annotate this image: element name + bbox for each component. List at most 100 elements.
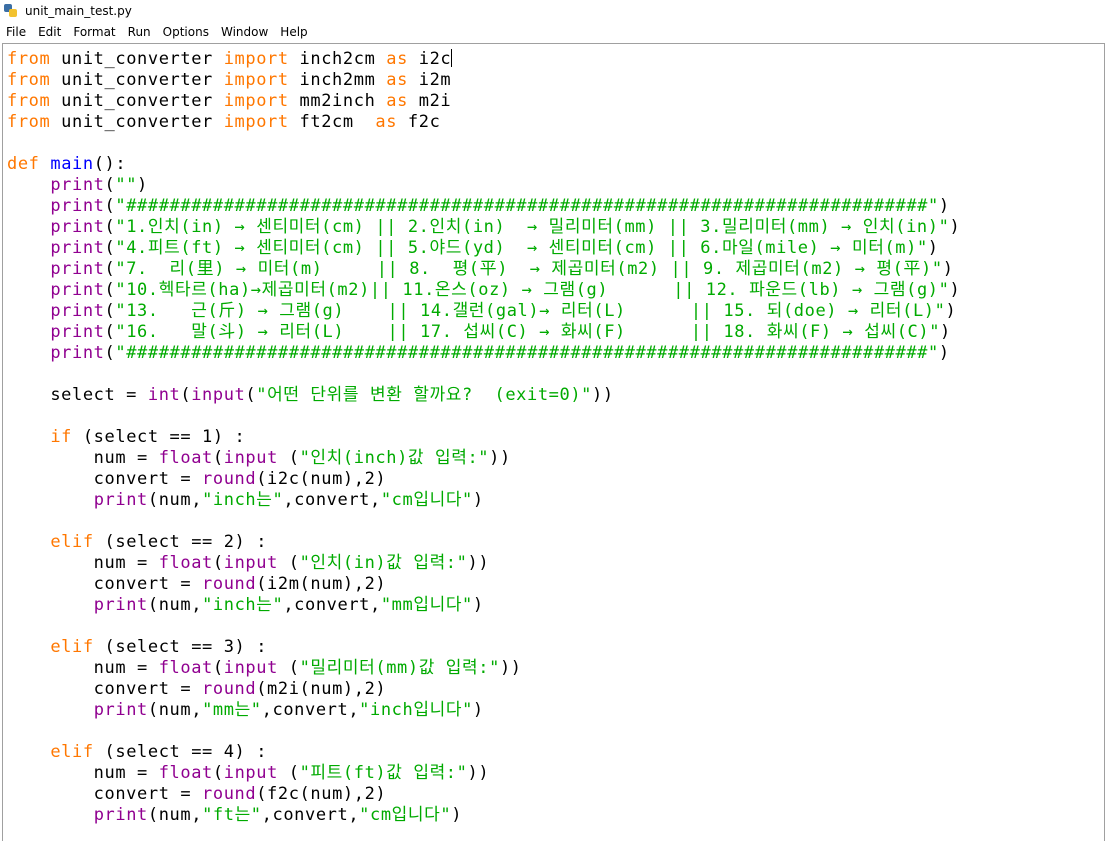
code-line[interactable]: print(num,"inch는",convert,"cm입니다") [7,490,960,511]
code-token: ft2cm [288,112,376,132]
code-token: m2i [407,91,452,111]
code-line[interactable] [7,133,960,154]
builtin-token: print [50,196,105,216]
code-line[interactable]: elif (select == 4) : [7,742,960,763]
keyword-token: import [223,112,289,132]
builtin-token: input [191,385,246,405]
code-token: select = [7,385,148,405]
builtin-token: print [50,217,105,237]
code-token: ( [104,322,116,342]
code-line[interactable]: print("4.피트(ft) → 센티미터(cm) || 5.야드(yd) →… [7,238,960,259]
code-line[interactable]: print("#################################… [7,343,960,364]
code-token: mm2inch [288,91,387,111]
code-line[interactable]: num = float(input ("밀리미터(mm)값 입력:")) [7,658,960,679]
code-line[interactable]: from unit_converter import ft2cm as f2c [7,112,960,133]
code-line[interactable]: convert = round(m2i(num),2) [7,679,960,700]
code-token: ) [949,280,961,300]
code-token: f2c [397,112,441,132]
code-token: (num, [147,490,203,510]
string-token: "cm입니다" [359,805,452,825]
code-line[interactable]: elif (select == 3) : [7,637,960,658]
code-line[interactable] [7,511,960,532]
code-line[interactable]: print("") [7,175,960,196]
menu-file[interactable]: File [0,25,32,39]
builtin-token: print [93,700,148,720]
code-line[interactable]: from unit_converter import mm2inch as m2… [7,91,960,112]
keyword-token: elif [50,742,94,762]
code-line[interactable]: select = int(input("어떤 단위를 변환 할까요? (exit… [7,385,960,406]
code-token: ) [942,259,954,279]
code-token: num = [7,763,159,783]
code-line[interactable]: print("7. 리(里) → 미터(m) || 8. 평(平) → 제곱미터… [7,259,960,280]
builtin-token: input [223,553,278,573]
code-line[interactable] [7,616,960,637]
code-line[interactable]: print("16. 말(斗) → 리터(L) || 17. 섭씨(C) → 화… [7,322,960,343]
builtin-token: print [50,343,105,363]
code-line[interactable] [7,364,960,385]
menu-edit[interactable]: Edit [32,25,67,39]
code-token: (f2c(num),2) [256,784,387,804]
code-line[interactable] [7,406,960,427]
menu-format[interactable]: Format [67,25,121,39]
code-line[interactable]: num = float(input ("인치(in)값 입력:")) [7,553,960,574]
code-line[interactable]: from unit_converter import inch2cm as i2… [7,49,960,70]
keyword-token: if [50,427,73,447]
menu-window[interactable]: Window [215,25,274,39]
code-line[interactable]: print(num,"inch는",convert,"mm입니다") [7,595,960,616]
code-line[interactable]: print("#################################… [7,196,960,217]
code-token: ( [277,763,300,783]
code-line[interactable]: print("10.헥타르(ha)→제곱미터(m2)|| 11.온스(oz) →… [7,280,960,301]
code-token: (num, [147,805,203,825]
code-line[interactable]: print("13. 근(斤) → 그램(g) || 14.갤런(gal)→ 리… [7,301,960,322]
menu-options[interactable]: Options [157,25,215,39]
code-token: )) [489,448,511,468]
code-token: ( [212,553,224,573]
code-line[interactable] [7,721,960,742]
string-token: "#######################################… [115,196,939,216]
window-title: unit_main_test.py [25,4,132,18]
code-token: ( [104,343,116,363]
code-token: ( [104,196,116,216]
keyword-token: import [223,70,289,90]
code-token: ) [927,238,939,258]
code-token: (num, [147,700,203,720]
code-token: (num, [147,595,203,615]
string-token: "#######################################… [115,343,939,363]
code-line[interactable]: num = float(input ("피트(ft)값 입력:")) [7,763,960,784]
code-line[interactable]: num = float(input ("인치(inch)값 입력:")) [7,448,960,469]
string-token: "인치(in)값 입력:" [299,553,468,573]
code-editor[interactable]: from unit_converter import inch2cm as i2… [2,43,1105,841]
code-line[interactable]: convert = round(i2c(num),2) [7,469,960,490]
code-line[interactable]: elif (select == 2) : [7,532,960,553]
builtin-token: round [202,679,257,699]
code-line[interactable]: print(num,"mm는",convert,"inch입니다") [7,700,960,721]
code-token: ( [180,385,192,405]
builtin-token: float [158,658,213,678]
code-token: ( [212,763,224,783]
code-token: inch2mm [288,70,387,90]
code-text[interactable]: from unit_converter import inch2cm as i2… [7,49,960,826]
code-line[interactable]: convert = round(f2c(num),2) [7,784,960,805]
code-token: ,convert, [261,805,360,825]
code-line[interactable]: print(num,"ft는",convert,"cm입니다") [7,805,960,826]
code-line[interactable]: def main(): [7,154,960,175]
code-token: unit_converter [50,70,224,90]
code-token: num = [7,553,159,573]
builtin-token: print [50,259,105,279]
code-line[interactable]: from unit_converter import inch2mm as i2… [7,70,960,91]
code-line[interactable]: if (select == 1) : [7,427,960,448]
builtin-token: input [223,448,278,468]
menu-help[interactable]: Help [274,25,313,39]
code-line[interactable]: print("1.인치(in) → 센티미터(cm) || 2.인치(in) →… [7,217,960,238]
menu-run[interactable]: Run [122,25,157,39]
code-token: ) [940,322,951,342]
code-line[interactable]: convert = round(i2m(num),2) [7,574,960,595]
code-token: (select == 1) : [72,427,246,447]
